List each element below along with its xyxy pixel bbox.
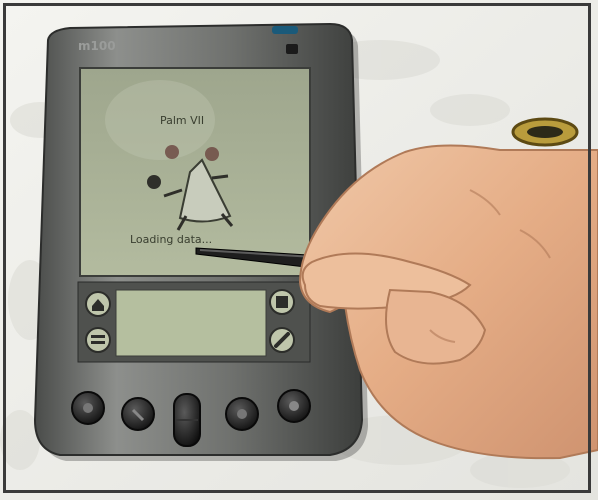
graffiti-writing-area[interactable] — [115, 289, 267, 357]
figure-arm-right — [211, 174, 229, 180]
ir-port — [272, 26, 298, 34]
screen-status: Loading data... — [130, 233, 212, 246]
find-icon[interactable] — [269, 327, 295, 353]
gold-ring — [511, 117, 579, 147]
menu-icon[interactable] — [85, 327, 111, 353]
power-indicator — [286, 44, 298, 54]
calculator-icon[interactable] — [269, 289, 295, 315]
todo-icon[interactable] — [225, 397, 259, 431]
juggle-ball-3 — [147, 175, 161, 189]
photo-scene: m100 Palm VII Loading data... — [0, 0, 598, 500]
screen-title: Palm VII — [160, 114, 204, 127]
juggle-ball-2 — [205, 147, 219, 161]
scroll-button-icon[interactable] — [173, 393, 201, 447]
datebook-icon[interactable] — [71, 391, 105, 425]
brand-label: m100 — [78, 39, 116, 53]
home-icon[interactable] — [85, 291, 111, 317]
juggle-ball-1 — [165, 145, 179, 159]
address-icon[interactable] — [121, 397, 155, 431]
memo-icon[interactable] — [277, 389, 311, 423]
